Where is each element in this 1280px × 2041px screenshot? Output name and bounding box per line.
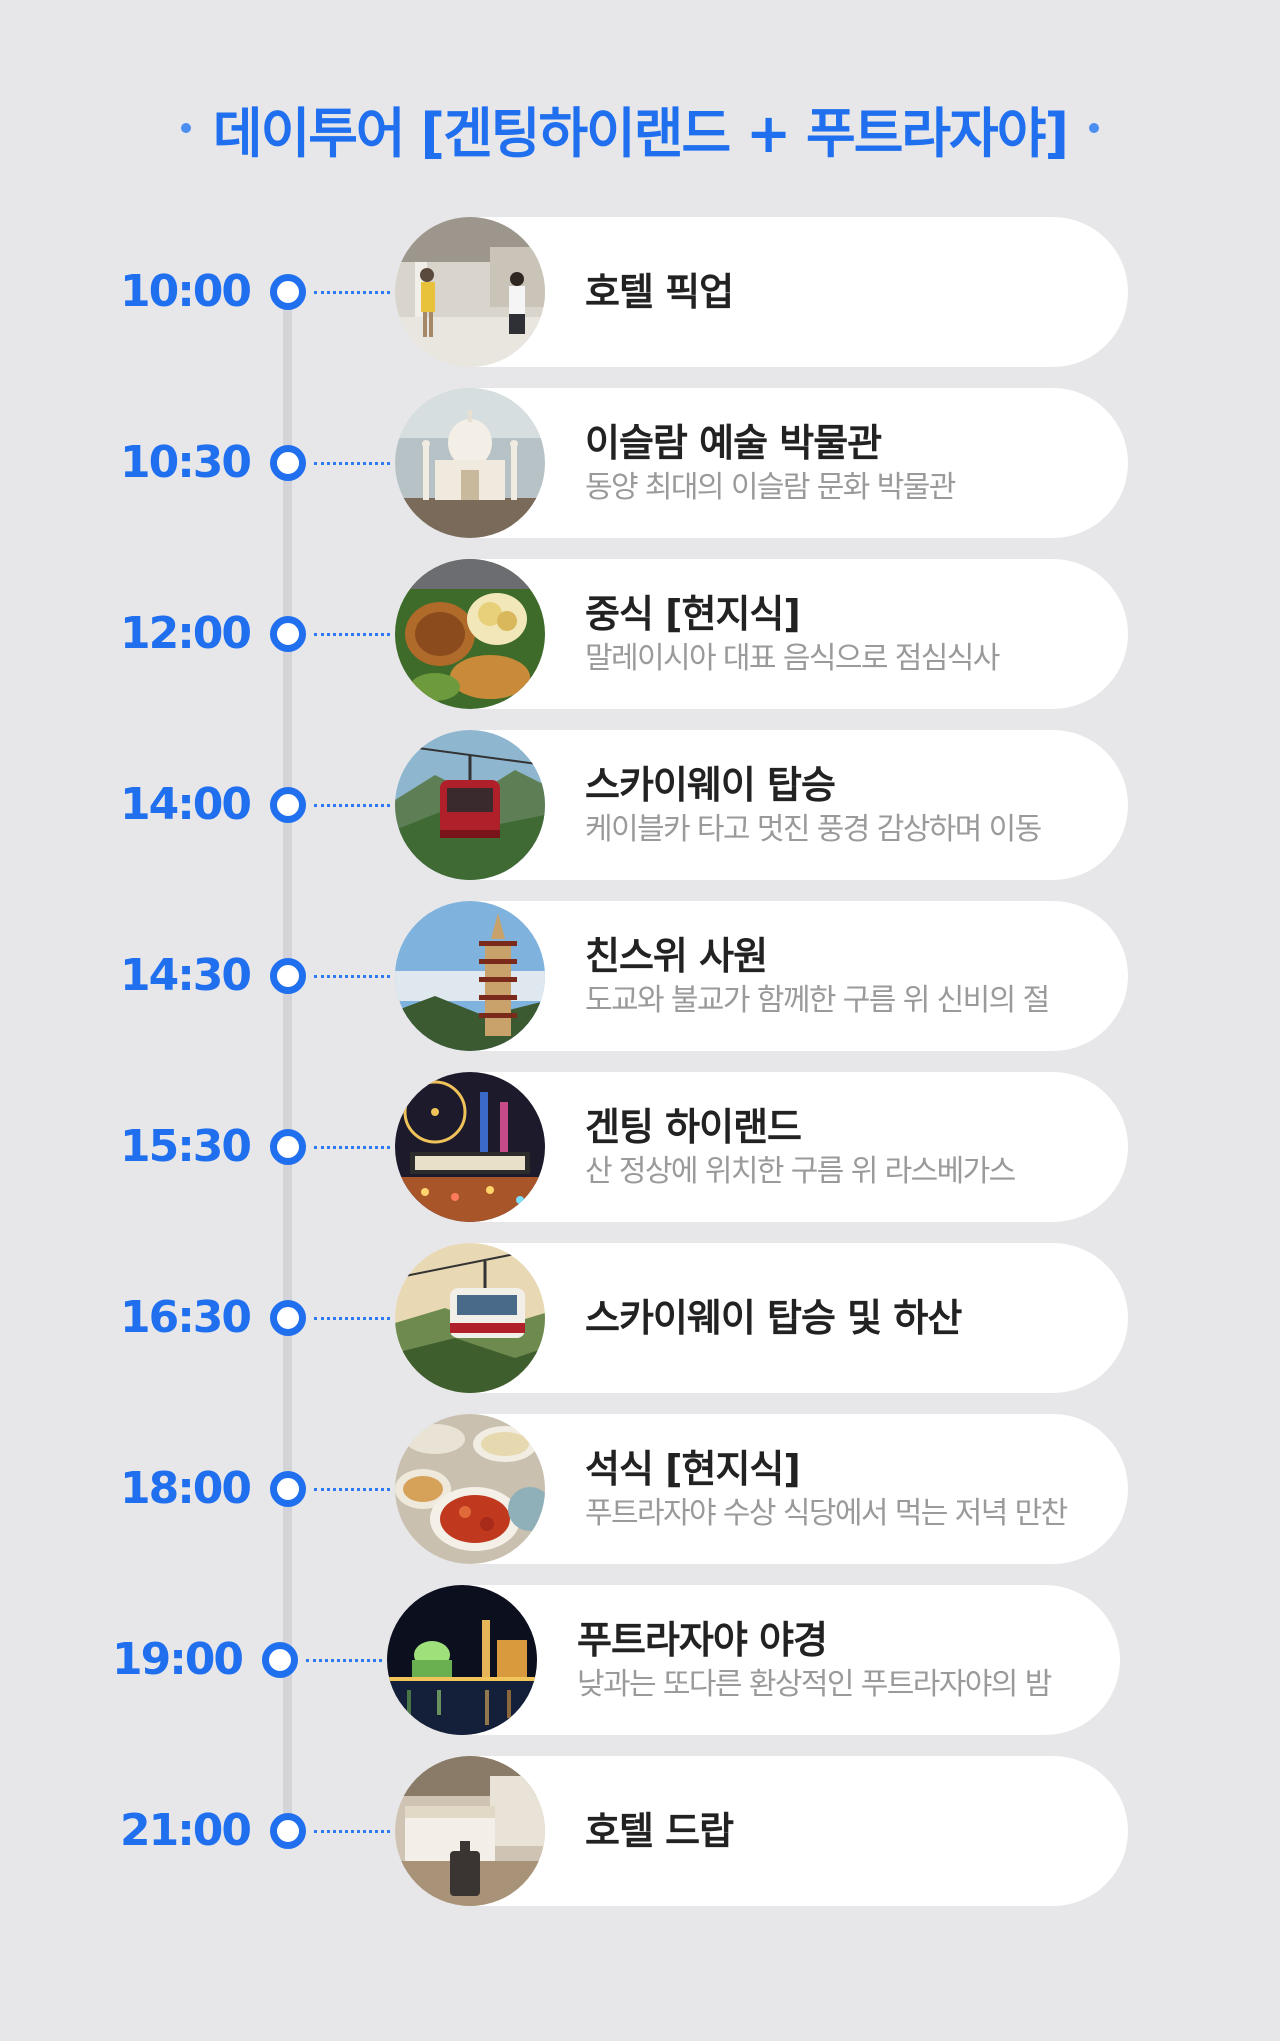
schedule-time: 14:00 [119, 779, 252, 830]
dotted-connector [314, 1146, 390, 1149]
dotted-connector [314, 1317, 390, 1320]
schedule-description: 푸트라자야 수상 식당에서 먹는 저녁 만찬 [585, 1496, 1068, 1531]
schedule-text: 스카이웨이 탑승 케이블카 타고 멋진 풍경 감상하며 이동 [585, 730, 1125, 880]
schedule-title: 호텔 픽업 [585, 270, 734, 314]
timeline-node [270, 445, 306, 481]
dotted-connector [306, 1659, 382, 1662]
schedule-time: 19:00 [111, 1634, 244, 1685]
cable-car-photo [395, 730, 545, 880]
page-title: 데이투어 [겐팅하이랜드 + 푸트라자야] [212, 101, 1069, 165]
schedule-item: 10:00 호텔 픽업 [0, 217, 1280, 367]
dotted-connector [314, 804, 390, 807]
dotted-connector [314, 1488, 390, 1491]
timeline-node [270, 616, 306, 652]
schedule-text: 중식 [현지식] 말레이시아 대표 음식으로 점심식사 [585, 559, 1125, 709]
schedule-description: 동양 최대의 이슬람 문화 박물관 [585, 470, 956, 505]
schedule-description: 케이블카 타고 멋진 풍경 감상하며 이동 [585, 812, 1042, 847]
schedule-description: 도교와 불교가 함께한 구름 위 신비의 절 [585, 983, 1050, 1018]
schedule-item: 14:00 스카이웨이 탑승 케이블카 타고 멋진 풍경 감상하며 이동 [0, 730, 1280, 880]
schedule-text: 푸트라자야 야경 낮과는 또다른 환상적인 푸트라자야의 밤 [577, 1585, 1117, 1735]
schedule-title: 겐팅 하이랜드 [585, 1105, 802, 1149]
timeline-node [270, 1471, 306, 1507]
dotted-connector [314, 462, 390, 465]
night-view-photo [387, 1585, 537, 1735]
schedule-title: 친스위 사원 [585, 934, 768, 978]
page-header: 데이투어 [겐팅하이랜드 + 푸트라자야] [0, 88, 1280, 168]
title-left-dot [180, 123, 191, 133]
schedule-time: 18:00 [119, 1463, 252, 1514]
schedule-title: 스카이웨이 탑승 [585, 763, 836, 807]
gondola-photo [395, 1243, 545, 1393]
malaysian-food-photo [395, 559, 545, 709]
timeline-node [270, 1300, 306, 1336]
schedule-item: 15:30 겐팅 하이랜드 산 정상에 위치한 구름 위 라스베가스 [0, 1072, 1280, 1222]
dinner-dishes-photo [395, 1414, 545, 1564]
dotted-connector [314, 633, 390, 636]
schedule-title: 중식 [현지식] [585, 592, 801, 636]
hotel-lobby-photo [395, 217, 545, 367]
schedule-item: 12:00 중식 [현지식] 말레이시아 대표 음식으로 점심식사 [0, 559, 1280, 709]
timeline-node [262, 1642, 298, 1678]
schedule-text: 이슬람 예술 박물관 동양 최대의 이슬람 문화 박물관 [585, 388, 1125, 538]
timeline-node [270, 274, 306, 310]
schedule-title: 석식 [현지식] [585, 1447, 801, 1491]
pagoda-photo [395, 901, 545, 1051]
schedule-text: 친스위 사원 도교와 불교가 함께한 구름 위 신비의 절 [585, 901, 1125, 1051]
timeline-node [270, 1813, 306, 1849]
schedule-text: 석식 [현지식] 푸트라자야 수상 식당에서 먹는 저녁 만찬 [585, 1414, 1125, 1564]
schedule-text: 겐팅 하이랜드 산 정상에 위치한 구름 위 라스베가스 [585, 1072, 1125, 1222]
schedule-time: 21:00 [119, 1805, 252, 1856]
schedule-item: 18:00 석식 [현지식] 푸트라자야 수상 식당에서 먹는 저녁 만찬 [0, 1414, 1280, 1564]
taj-mahal-model-photo [395, 388, 545, 538]
schedule-item: 19:00 푸트라자야 야경 낮과는 또다른 환상적인 푸트라자야의 밤 [0, 1585, 1272, 1735]
timeline-node [270, 787, 306, 823]
schedule-description: 낮과는 또다른 환상적인 푸트라자야의 밤 [577, 1667, 1052, 1702]
schedule-item: 16:30 스카이웨이 탑승 및 하산 [0, 1243, 1280, 1393]
schedule-description: 산 정상에 위치한 구름 위 라스베가스 [585, 1154, 1016, 1189]
schedule-title: 이슬람 예술 박물관 [585, 421, 882, 465]
dotted-connector [314, 291, 390, 294]
schedule-time: 16:30 [119, 1292, 252, 1343]
dotted-connector [314, 1830, 390, 1833]
schedule-time: 12:00 [119, 608, 252, 659]
title-right-dot [1089, 123, 1100, 133]
timeline-node [270, 958, 306, 994]
timeline-node [270, 1129, 306, 1165]
schedule-text: 호텔 픽업 [585, 217, 1125, 367]
schedule-description: 말레이시아 대표 음식으로 점심식사 [585, 641, 1000, 676]
schedule-time: 15:30 [119, 1121, 252, 1172]
schedule-item: 21:00 호텔 드랍 [0, 1756, 1280, 1906]
schedule-title: 푸트라자야 야경 [577, 1618, 828, 1662]
schedule-item: 14:30 친스위 사원 도교와 불교가 함께한 구름 위 신비의 절 [0, 901, 1280, 1051]
dotted-connector [314, 975, 390, 978]
hotel-room-photo [395, 1756, 545, 1906]
skytropolis-photo [395, 1072, 545, 1222]
schedule-title: 스카이웨이 탑승 및 하산 [585, 1296, 962, 1340]
schedule-time: 10:30 [119, 437, 252, 488]
schedule-time: 10:00 [119, 266, 252, 317]
schedule-text: 호텔 드랍 [585, 1756, 1125, 1906]
schedule-time: 14:30 [119, 950, 252, 1001]
schedule-text: 스카이웨이 탑승 및 하산 [585, 1243, 1125, 1393]
schedule-title: 호텔 드랍 [585, 1809, 734, 1853]
schedule-item: 10:30 이슬람 예술 박물관 동양 최대의 이슬람 문화 박물관 [0, 388, 1280, 538]
